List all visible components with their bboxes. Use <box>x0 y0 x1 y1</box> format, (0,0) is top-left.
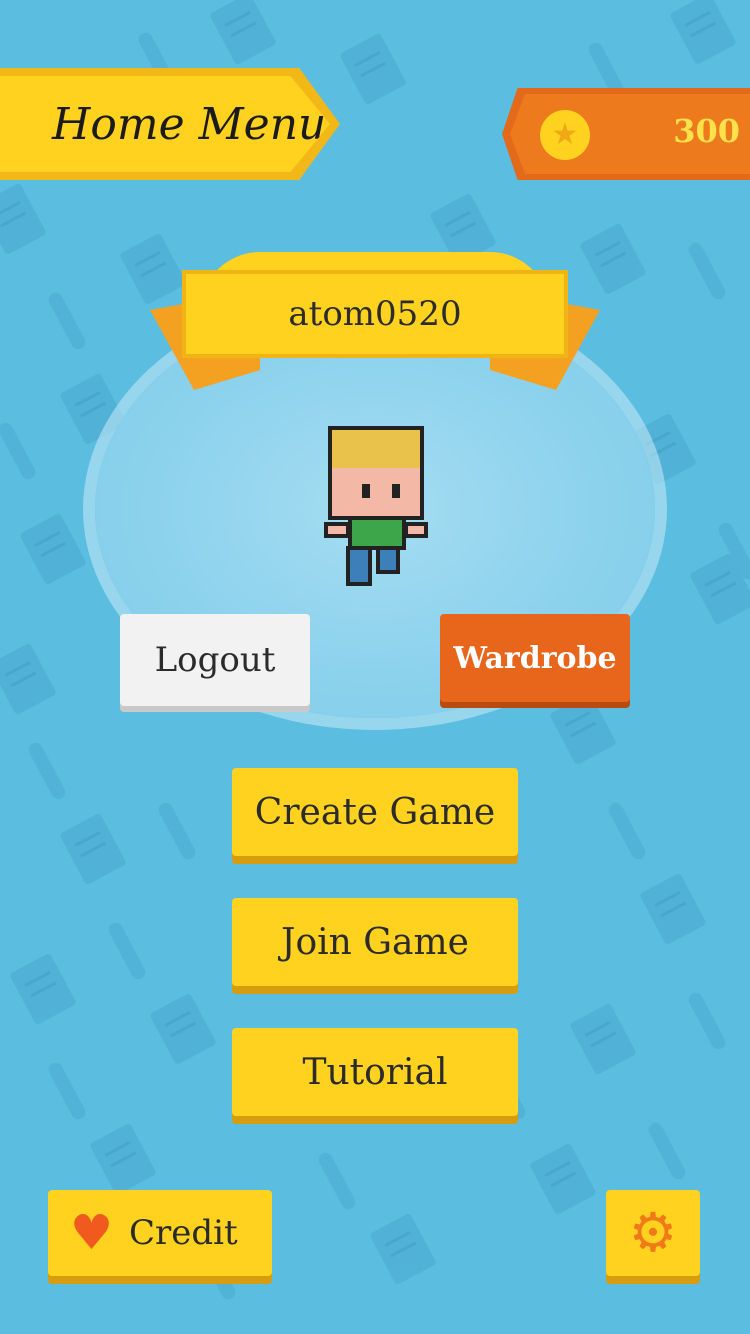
home-menu-banner: Home Menu <box>0 76 330 172</box>
pencil-icon <box>316 1150 358 1212</box>
avatar-leg <box>346 546 372 586</box>
notebook-icon <box>59 812 127 886</box>
avatar-hair <box>328 426 424 472</box>
settings-button[interactable]: ⚙ <box>606 1190 700 1276</box>
avatar-eye <box>362 484 370 498</box>
notebook-icon <box>9 952 77 1026</box>
credit-label: Credit <box>129 1213 238 1253</box>
heart-icon: ♥ <box>70 1205 114 1261</box>
notebook-icon <box>529 1142 597 1216</box>
notebook-icon <box>209 0 277 66</box>
notebook-icon <box>569 1002 637 1076</box>
notebook-icon <box>639 872 707 946</box>
notebook-icon <box>89 1122 157 1196</box>
pencil-icon <box>46 290 88 352</box>
create-game-button[interactable]: Create Game <box>232 768 518 856</box>
notebook-icon <box>549 692 617 766</box>
tutorial-button[interactable]: Tutorial <box>232 1028 518 1116</box>
pencil-icon <box>26 740 68 802</box>
star-coin-icon: ★ <box>540 110 590 160</box>
notebook-icon <box>119 232 187 306</box>
avatar-leg <box>376 546 400 574</box>
pencil-icon <box>686 990 728 1052</box>
credit-button[interactable]: ♥ Credit <box>48 1190 272 1276</box>
page-title: Home Menu <box>52 98 327 150</box>
pencil-icon <box>646 1120 688 1182</box>
notebook-icon <box>339 32 407 106</box>
pencil-icon <box>106 920 148 982</box>
logout-button[interactable]: Logout <box>120 614 310 706</box>
gear-icon: ⚙ <box>628 1201 678 1264</box>
pencil-icon <box>0 420 38 482</box>
notebook-icon <box>149 992 217 1066</box>
username-plate: atom0520 <box>182 270 568 358</box>
notebook-icon <box>0 642 57 716</box>
notebook-icon <box>19 512 87 586</box>
player-avatar <box>322 426 430 588</box>
pencil-icon <box>606 800 648 862</box>
notebook-icon <box>369 1212 437 1286</box>
coin-count: 300 <box>673 112 740 150</box>
notebook-icon <box>579 222 647 296</box>
pencil-icon <box>46 1060 88 1122</box>
pencil-icon <box>686 240 728 302</box>
notebook-icon <box>0 182 47 256</box>
notebook-icon <box>669 0 737 66</box>
join-game-button[interactable]: Join Game <box>232 898 518 986</box>
pencil-icon <box>156 800 198 862</box>
avatar-arm <box>324 522 350 538</box>
avatar-face <box>328 468 424 520</box>
avatar-arm <box>404 522 428 538</box>
avatar-eye <box>392 484 400 498</box>
wardrobe-button[interactable]: Wardrobe <box>440 614 630 702</box>
avatar-shirt <box>348 516 406 550</box>
